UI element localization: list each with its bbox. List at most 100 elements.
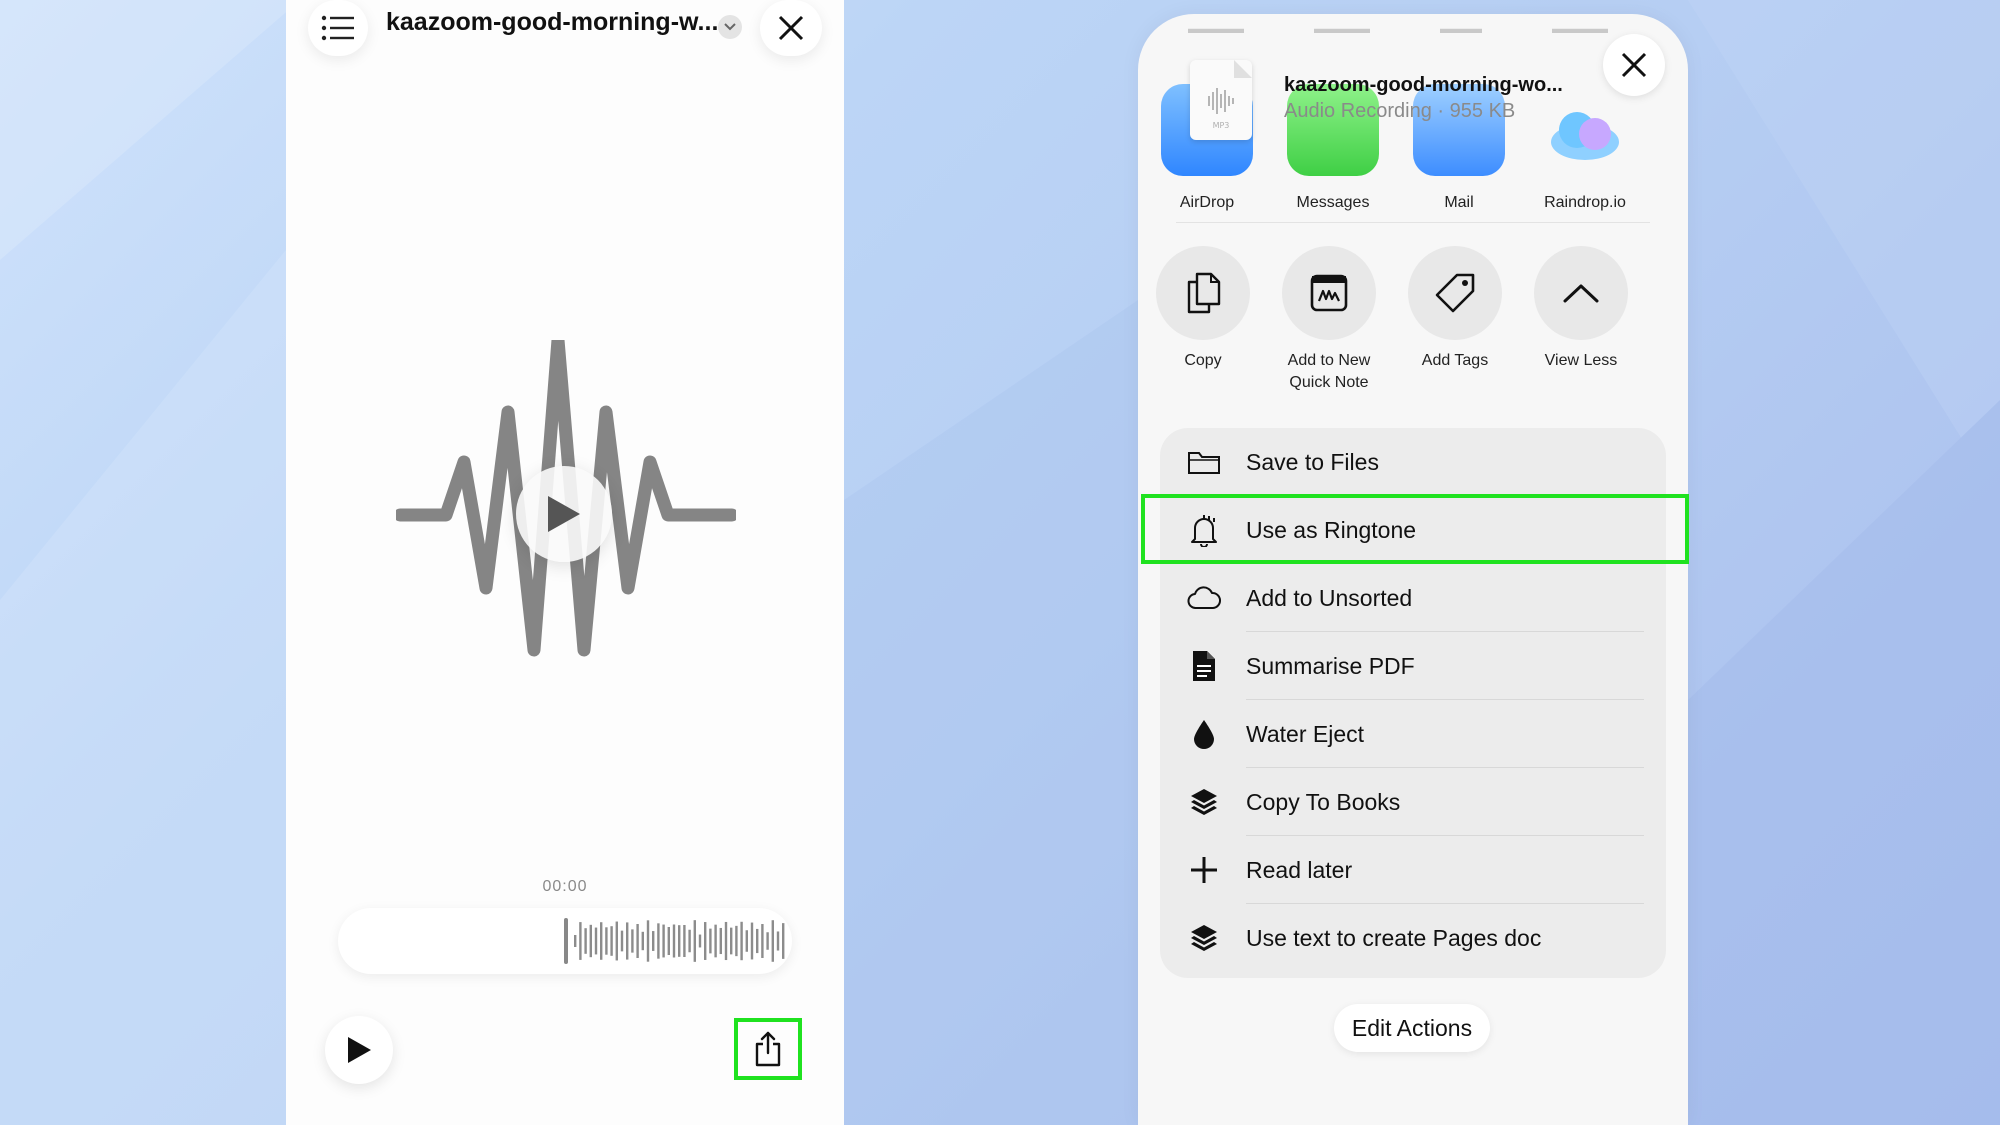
document-icon — [1193, 651, 1215, 681]
waveform-bar — [714, 924, 717, 958]
waveform-bar — [756, 928, 759, 954]
waveform-bar — [704, 922, 707, 960]
waveform-bar — [782, 923, 785, 959]
close-icon — [778, 15, 804, 41]
waveform-bar — [620, 930, 624, 952]
svg-text:MP3: MP3 — [1213, 121, 1230, 130]
app-label: AirDrop — [1179, 194, 1235, 211]
raindrop-icon — [1539, 84, 1631, 176]
app-label: Mail — [1444, 194, 1474, 211]
bell-icon — [1191, 515, 1217, 547]
waveform-bar — [652, 931, 655, 951]
waveform-bar — [662, 924, 665, 958]
list-item-water-eject[interactable]: Water Eject — [1160, 700, 1666, 768]
waveform-bar — [605, 927, 608, 955]
waveform-bar — [636, 924, 639, 958]
list-item-label: Copy To Books — [1246, 788, 1401, 815]
close-share-sheet-button[interactable] — [1603, 34, 1665, 96]
list-item-label: Add to Unsorted — [1246, 584, 1413, 611]
play-button[interactable] — [325, 1016, 393, 1084]
waveform-bar — [615, 921, 618, 961]
mini-waveform — [564, 918, 785, 964]
audio-scrubber[interactable] — [338, 908, 792, 974]
file-thumbnail: MP3 — [1190, 60, 1252, 140]
waveform-bar — [626, 922, 629, 960]
background-tabs: ▬▬▬▬ ▬▬▬▬ ▬▬▬ ▬▬▬▬ — [1188, 20, 1608, 36]
waveform-bar — [750, 922, 754, 960]
list-item-read-later[interactable]: Read later — [1160, 836, 1666, 904]
artwork-play-button[interactable] — [516, 466, 612, 562]
file-name: kaazoom-good-morning-wo... — [1284, 74, 1563, 96]
folder-icon — [1188, 452, 1220, 474]
list-item-label: Save to Files — [1246, 448, 1379, 475]
waveform-bar — [776, 931, 780, 951]
waveform-bar — [667, 926, 670, 956]
messages-icon — [1287, 84, 1379, 176]
waveform-bar — [574, 935, 577, 947]
list-menu-button[interactable] — [308, 0, 368, 56]
waveform-bar — [657, 923, 660, 959]
list-item-summarise-pdf[interactable]: Summarise PDF — [1160, 632, 1666, 700]
mail-icon — [1413, 84, 1505, 176]
waveform-bar — [579, 922, 582, 960]
file-meta: Audio Recording · 955 KB — [1284, 100, 1516, 122]
share-sheet: ▬▬▬▬ ▬▬▬▬ ▬▬▬ ▬▬▬▬ AirDrop Messages Mail Ra… — [1138, 14, 1688, 1125]
quick-note-icon — [1310, 274, 1348, 312]
shortcuts-layers-icon — [1191, 925, 1217, 951]
waveform-bar — [600, 922, 603, 960]
waveform-bar — [584, 928, 587, 954]
list-item-create-pages-doc[interactable]: Use text to create Pages doc — [1160, 904, 1666, 972]
waveform-bar — [693, 920, 696, 962]
share-actions-list: Save to Files Use as Ringtone Add to Uns… — [1160, 428, 1666, 978]
play-icon — [548, 496, 580, 532]
chevron-down-icon — [724, 23, 736, 31]
action-copy[interactable]: Copy — [1138, 246, 1268, 372]
list-item-label: Use as Ringtone — [1246, 516, 1417, 543]
waveform-bar — [589, 924, 592, 958]
list-item-label: Use text to create Pages doc — [1246, 924, 1542, 951]
waveform-bar — [698, 934, 702, 948]
share-button[interactable] — [734, 1018, 802, 1080]
list-item-copy-to-books[interactable]: Copy To Books — [1160, 768, 1666, 836]
list-item-add-to-unsorted[interactable]: Add to Unsorted — [1160, 564, 1666, 632]
app-label: Messages — [1296, 194, 1370, 211]
action-label: View Less — [1544, 352, 1618, 369]
action-quick-note[interactable]: Add to New Quick Note — [1264, 246, 1394, 394]
title-dropdown-button[interactable] — [718, 15, 742, 39]
list-item-label: Water Eject — [1246, 720, 1365, 747]
action-view-less[interactable]: View Less — [1516, 246, 1646, 372]
waveform-bar — [631, 929, 634, 953]
list-item-label: Read later — [1246, 856, 1353, 883]
close-button[interactable] — [760, 0, 822, 56]
waveform-bar — [641, 931, 644, 951]
action-label: Copy — [1184, 352, 1222, 369]
document-title[interactable]: kaazoom-good-morning-w... — [386, 8, 718, 37]
waveform-bar — [672, 924, 676, 958]
list-item-use-as-ringtone[interactable]: Use as Ringtone — [1160, 496, 1666, 564]
playback-time: 00:00 — [542, 878, 588, 895]
waveform-bar — [678, 925, 681, 957]
list-item-save-to-files[interactable]: Save to Files — [1160, 428, 1666, 496]
waveform-bar — [740, 921, 743, 961]
action-label: Add to New Quick Note — [1287, 352, 1371, 391]
chevron-up-icon — [1563, 284, 1599, 303]
audio-player-screen: kaazoom-good-morning-w... 00:00 — [286, 0, 844, 1125]
app-label: Raindrop.io — [1544, 194, 1626, 211]
action-add-tags[interactable]: Add Tags — [1390, 246, 1520, 372]
waveform-bar — [683, 924, 686, 958]
drop-icon — [1194, 720, 1214, 749]
waveform-bar — [610, 926, 613, 956]
cloud-icon — [1187, 586, 1221, 609]
edit-actions-button[interactable]: Edit Actions — [1334, 1004, 1490, 1052]
copy-icon — [1187, 272, 1221, 314]
waveform-bar — [594, 927, 598, 955]
waveform-bar — [719, 927, 722, 955]
close-icon — [1621, 52, 1647, 78]
list-item-label: Summarise PDF — [1246, 652, 1415, 679]
share-icon — [755, 1031, 781, 1067]
audio-file-icon: MP3 — [1208, 60, 1252, 130]
waveform-bar — [766, 932, 769, 950]
shortcuts-layers-icon — [1191, 789, 1217, 815]
share-app-raindrop[interactable]: Raindrop.io — [1530, 84, 1640, 212]
waveform-bar — [761, 924, 764, 958]
